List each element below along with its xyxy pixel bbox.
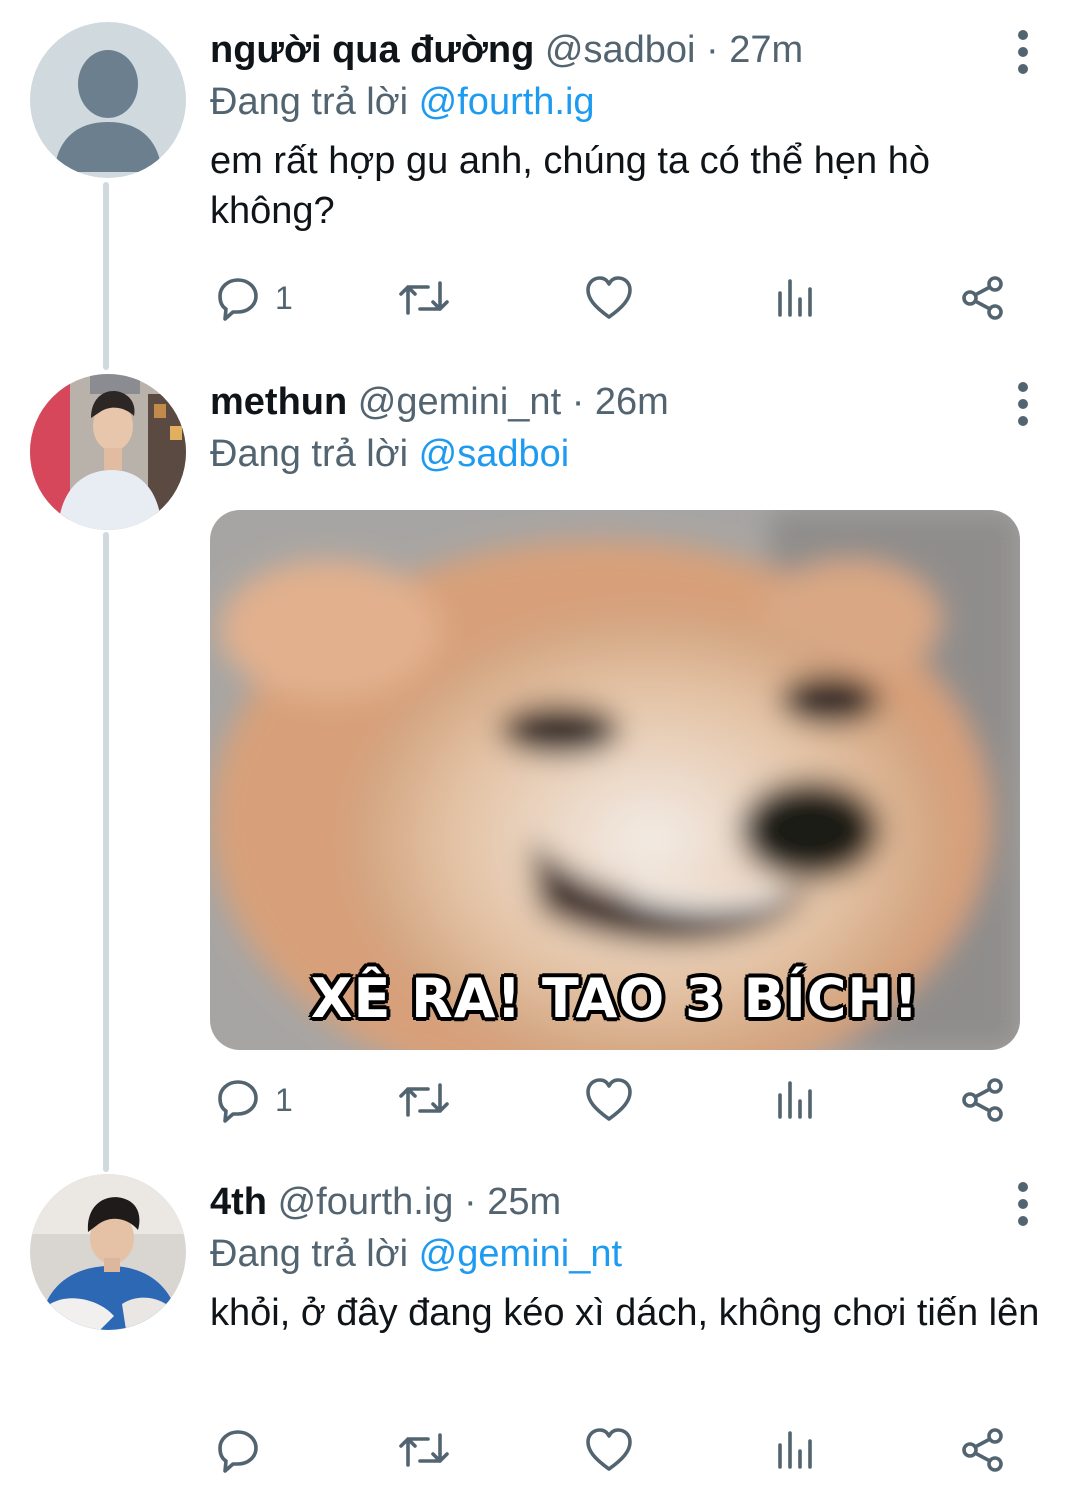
profile-photo: [30, 374, 186, 530]
tweet[interactable]: người qua đường @sadboi · 27m Đang trả l…: [0, 0, 1080, 350]
more-options-icon[interactable]: [1016, 1182, 1030, 1226]
share-button[interactable]: [960, 273, 1006, 323]
meme-caption: XÊ RA! TAO 3 BÍCH!: [310, 967, 920, 1030]
timestamp[interactable]: 26m: [595, 381, 669, 423]
like-button[interactable]: [585, 1075, 633, 1125]
replying-to: Đang trả lời @gemini_nt: [210, 1228, 1040, 1280]
avatar[interactable]: [30, 374, 186, 530]
like-button[interactable]: [585, 273, 633, 323]
heart-icon: [586, 1428, 632, 1471]
display-name[interactable]: người qua đường: [210, 29, 534, 71]
share-button[interactable]: [960, 1075, 1006, 1125]
heart-icon: [586, 276, 632, 319]
replying-to: Đang trả lời @fourth.ig: [210, 76, 1040, 128]
heart-icon: [586, 1078, 632, 1121]
action-bar: [210, 1425, 1040, 1475]
default-person-icon: [54, 50, 162, 172]
reply-count: 1: [275, 279, 293, 316]
analytics-icon: [778, 1431, 812, 1469]
retweet-button[interactable]: [398, 1075, 450, 1125]
handle[interactable]: @gemini_nt: [358, 381, 561, 423]
avatar[interactable]: [30, 22, 186, 178]
timestamp[interactable]: 25m: [487, 1181, 561, 1223]
replying-prefix: Đang trả lời: [210, 433, 409, 475]
tweet-text: em rất hợp gu anh, chúng ta có thể hẹn h…: [210, 140, 930, 232]
replying-to: Đang trả lời @sadboi: [210, 428, 1040, 480]
handle[interactable]: @fourth.ig: [278, 1181, 454, 1223]
separator: ·: [706, 29, 719, 71]
tweet-header: methun @gemini_nt · 26m: [210, 376, 1040, 428]
profile-photo: [30, 1174, 186, 1330]
tweet-media-image[interactable]: XÊ RA! TAO 3 BÍCH!: [210, 510, 1020, 1050]
mention-link[interactable]: @gemini_nt: [419, 1233, 622, 1275]
share-button[interactable]: [960, 1425, 1006, 1475]
more-options-icon[interactable]: [1016, 30, 1030, 74]
replying-prefix: Đang trả lời: [210, 81, 409, 123]
reply-count: 1: [275, 1081, 293, 1118]
more-options-icon[interactable]: [1016, 382, 1030, 426]
reply-icon: [218, 1430, 258, 1473]
separator: ·: [464, 1181, 477, 1223]
analytics-button[interactable]: [776, 1075, 816, 1125]
separator: ·: [571, 381, 585, 423]
retweet-button[interactable]: [398, 273, 450, 323]
reply-icon: [218, 1080, 258, 1123]
reply-button[interactable]: 1: [215, 1075, 293, 1125]
mention-link[interactable]: @fourth.ig: [419, 81, 595, 123]
analytics-button[interactable]: [776, 1425, 816, 1475]
analytics-icon: [778, 1081, 812, 1119]
reply-icon: [218, 278, 258, 321]
tweet-header: người qua đường @sadboi · 27m: [210, 24, 1040, 76]
tweet[interactable]: methun @gemini_nt · 26m Đang trả lời @sa…: [0, 352, 1080, 1152]
retweet-icon: [399, 1083, 449, 1117]
reply-button[interactable]: 1: [215, 273, 293, 323]
action-bar: 1: [210, 273, 1040, 323]
analytics-icon: [778, 279, 812, 317]
avatar[interactable]: [30, 1174, 186, 1330]
replying-prefix: Đang trả lời: [210, 1233, 409, 1275]
display-name[interactable]: 4th: [210, 1181, 267, 1223]
share-icon: [962, 1428, 1003, 1472]
retweet-button[interactable]: [398, 1425, 450, 1475]
display-name[interactable]: methun: [210, 381, 347, 423]
retweet-icon: [399, 281, 449, 315]
timestamp[interactable]: 27m: [729, 29, 803, 71]
share-icon: [962, 276, 1003, 320]
analytics-button[interactable]: [776, 273, 816, 323]
tweet-text: khỏi, ở đây đang kéo xì dách, không chơi…: [210, 1292, 1040, 1334]
like-button[interactable]: [585, 1425, 633, 1475]
mention-link[interactable]: @sadboi: [419, 433, 570, 475]
reply-button[interactable]: [215, 1425, 275, 1475]
share-icon: [962, 1078, 1003, 1122]
action-bar: 1: [210, 1075, 1040, 1125]
handle[interactable]: @sadboi: [545, 29, 696, 71]
tweet-header: 4th @fourth.ig · 25m: [210, 1176, 1040, 1228]
tweet[interactable]: 4th @fourth.ig · 25m Đang trả lời @gemin…: [0, 1152, 1080, 1491]
retweet-icon: [399, 1433, 449, 1467]
